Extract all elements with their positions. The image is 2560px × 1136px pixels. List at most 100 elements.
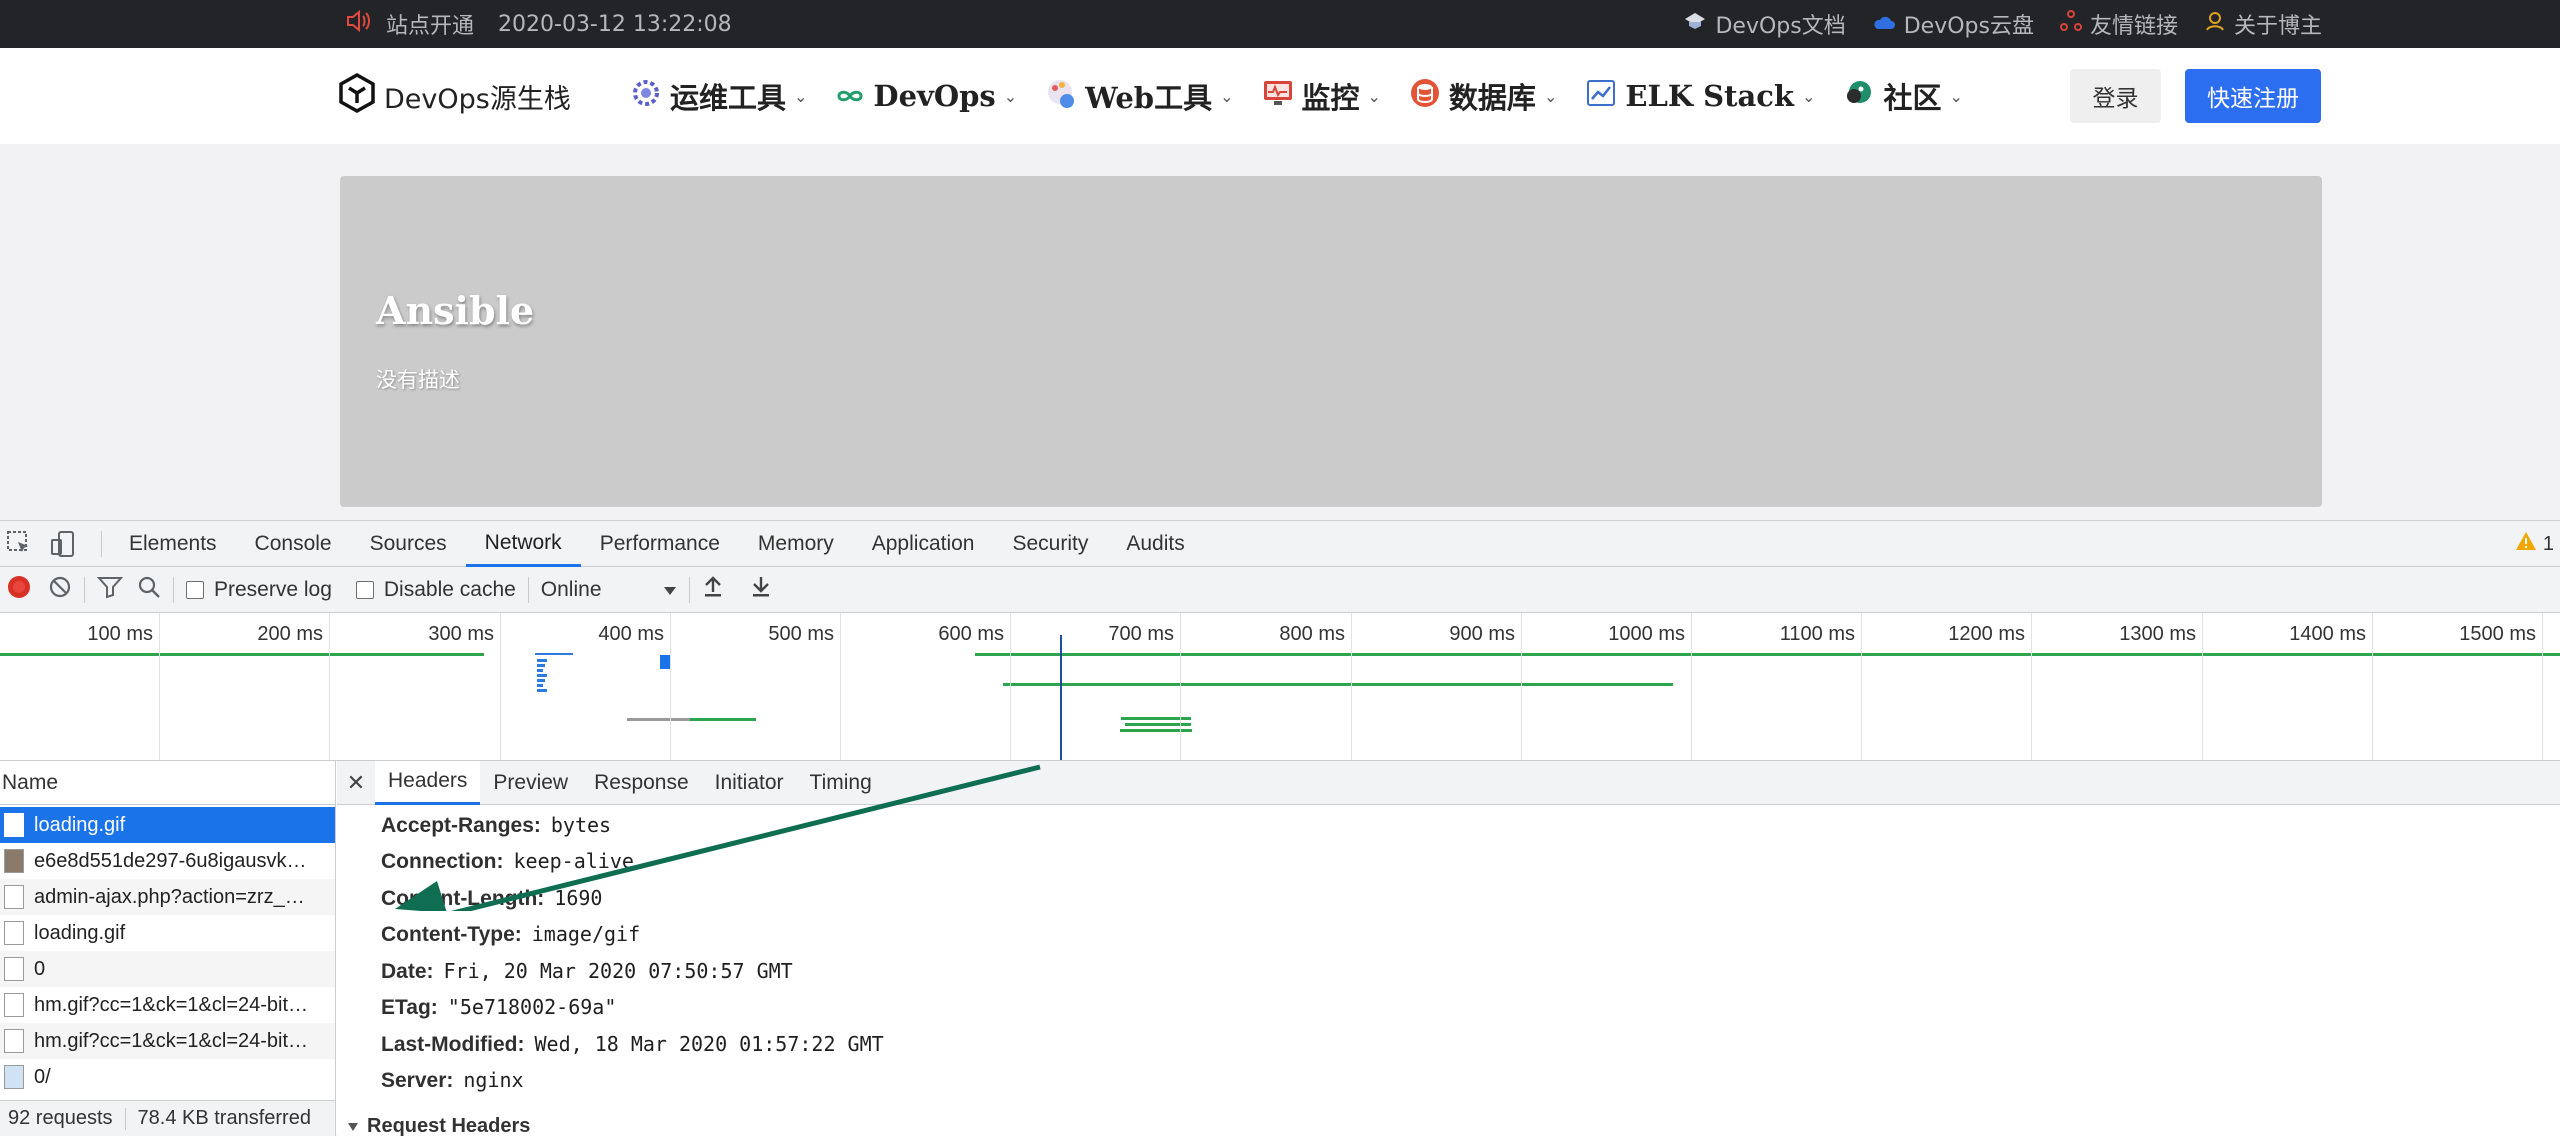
request-name: hm.gif?cc=1&ck=1&cl=24-bit… [34,1029,309,1052]
link-devops-docs[interactable]: DevOps文档 [1683,8,1846,40]
timeline-request-bar [1003,683,1673,686]
request-row[interactable]: loading.gif [0,915,335,951]
logo-text: DevOps源生栈 [384,83,571,115]
timeline-gridline [2542,613,2543,760]
request-row[interactable]: hm.gif?cc=1&ck=1&cl=24-bit… [0,987,335,1023]
header-server: Server: nginx [381,1068,524,1093]
close-icon[interactable]: ✕ [337,770,375,796]
link-devops-cloud[interactable]: DevOps云盘 [1872,8,2034,40]
devtools-tab-list: Elements Console Sources Network Perform… [110,521,1204,567]
cloud-icon [1872,12,1896,37]
file-icon [4,993,24,1017]
import-har-icon[interactable] [702,575,724,604]
timeline-tick-label: 1300 ms [2119,623,2196,645]
tab-console[interactable]: Console [236,521,351,567]
preserve-log-checkbox[interactable] [186,580,204,599]
network-overview-timeline[interactable]: 100 ms 200 ms 300 ms 400 ms 500 ms 600 ms 700 … [0,613,2560,761]
tab-application[interactable]: Application [853,521,994,567]
clear-icon[interactable] [48,575,72,604]
login-button[interactable]: 登录 [2070,69,2161,123]
header-value: 1690 [554,886,603,910]
device-toolbar-icon[interactable] [50,530,76,563]
nav-database[interactable]: 数据库 ⌄ [1409,75,1557,117]
filter-icon[interactable] [96,575,124,604]
export-har-icon[interactable] [750,575,772,604]
warnings-indicator[interactable]: 1 [2515,531,2554,557]
link-label: DevOps云盘 [1903,14,2034,39]
warning-icon [2515,531,2537,557]
user-badge-icon [2204,10,2226,38]
request-row[interactable]: 0/ [0,1059,335,1095]
request-name: loading.gif [34,921,126,944]
timeline-gridline [500,613,501,760]
tab-sources[interactable]: Sources [351,521,466,567]
file-icon [4,885,24,909]
request-row[interactable]: loading.gif [0,807,335,843]
column-header-name[interactable]: Name [0,761,335,805]
tab-timing[interactable]: Timing [797,761,885,805]
timeline-gridline [670,613,671,760]
tab-memory[interactable]: Memory [739,521,853,567]
tab-elements[interactable]: Elements [110,521,236,567]
timeline-tick-label: 400 ms [598,623,664,645]
tab-headers[interactable]: Headers [375,761,481,805]
request-name: 0 [34,957,46,980]
request-row[interactable]: hm.gif?cc=1&ck=1&cl=24-bit… [0,1023,335,1059]
topbar-links: DevOps文档 DevOps云盘 友情链接 关于博主 [1683,6,2322,42]
tab-performance[interactable]: Performance [581,521,739,567]
nav-devops[interactable]: DevOps ⌄ [835,79,1017,113]
timeline-request-bar [535,653,573,655]
image-file-icon [4,1065,24,1089]
gear-icon [630,77,662,116]
tab-preview[interactable]: Preview [480,761,581,805]
timeline-tick-label: 300 ms [428,623,494,645]
timeline-request-bar [537,689,547,692]
link-label: 友情链接 [2089,14,2178,39]
tab-network[interactable]: Network [465,521,581,567]
register-button[interactable]: 快速注册 [2185,69,2321,123]
image-file-icon [4,921,24,945]
request-row[interactable]: admin-ajax.php?action=zrz_… [0,879,335,915]
nav-elk-stack[interactable]: ELK Stack ⌄ [1585,77,1815,116]
request-name: hm.gif?cc=1&ck=1&cl=24-bit… [34,993,309,1016]
nav-ops-tools[interactable]: 运维工具 ⌄ [630,75,807,117]
disable-cache-checkbox[interactable] [355,580,374,599]
devtools-tools [6,530,76,563]
tab-response[interactable]: Response [581,761,702,805]
main-nav: 运维工具 ⌄ DevOps ⌄ Web工具 ⌄ 监控 ⌄ 数据库 ⌄ ELK S… [630,72,1963,120]
header-date: Date: Fri, 20 Mar 2020 07:50:57 GMT [381,959,793,984]
record-icon[interactable] [6,574,32,605]
nav-web-tools[interactable]: Web工具 ⌄ [1045,75,1234,117]
infinity-icon [835,79,865,113]
link-about[interactable]: 关于博主 [2204,8,2322,40]
request-row[interactable]: e6e8d551de297-6u8igausvk… [0,843,335,879]
nav-monitoring[interactable]: 监控 ⌄ [1262,75,1381,117]
request-headers-section[interactable]: Request Headers [347,1115,530,1136]
disable-cache-toggle[interactable]: Disable cache [355,578,516,602]
site-logo[interactable]: DevOps源生栈 [338,72,571,120]
search-icon[interactable] [137,575,161,604]
nav-label: 运维工具 [670,81,787,115]
header-content-length: Content-Length: 1690 [381,886,602,911]
header-connection: Connection: keep-alive [381,849,634,874]
inspect-element-icon[interactable] [6,530,32,563]
tab-audits[interactable]: Audits [1107,521,1203,567]
header-value: bytes [550,813,612,837]
preserve-log-label: Preserve log [214,577,332,601]
timeline-request-bar [537,664,545,667]
notice-text[interactable]: 站点开通 [386,8,474,40]
header-last-modified: Last-Modified: Wed, 18 Mar 2020 01:57:22 … [381,1032,884,1057]
header-value: "5e718002-69a" [447,995,617,1019]
header-value: image/gif [531,922,641,946]
timeline-gridline [2202,613,2203,760]
link-friends[interactable]: 友情链接 [2059,8,2178,40]
throttle-select[interactable]: Online [541,578,677,602]
nav-community[interactable]: 社区 ⌄ [1843,75,1963,117]
tab-security[interactable]: Security [993,521,1107,567]
request-name: loading.gif [34,813,126,836]
preserve-log-toggle[interactable]: Preserve log [186,578,332,602]
tab-initiator[interactable]: Initiator [702,761,797,805]
timeline-tick-label: 1000 ms [1608,623,1685,645]
request-list: Name loading.gif e6e8d551de297-6u8igausv… [0,761,336,1136]
request-row[interactable]: 0 [0,951,335,987]
